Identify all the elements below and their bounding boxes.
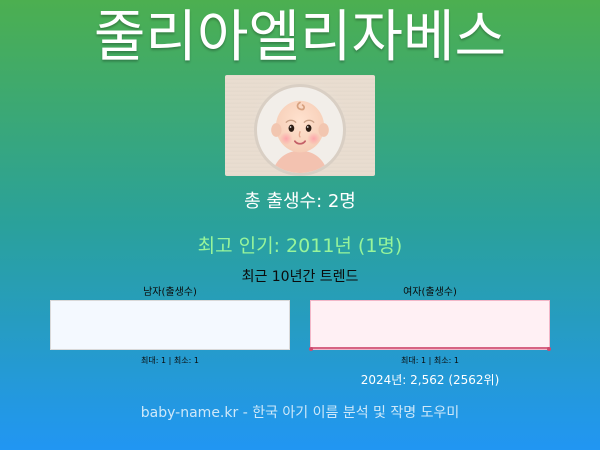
female-trend-point-right — [547, 347, 551, 351]
female-trend-line — [311, 347, 549, 349]
female-trend-label: 여자(출생수) — [403, 287, 457, 298]
trend-title: 최근 10년간 트렌드 — [241, 269, 359, 285]
male-trend-label: 남자(출생수) — [143, 287, 197, 298]
baby-name-title: 줄리아엘리자베스 — [93, 5, 507, 70]
male-trend-chart — [50, 300, 290, 350]
baby-face-icon — [254, 84, 346, 176]
female-trend-stats: 최대: 1 | 최소: 1 — [401, 356, 459, 365]
female-trend-chart — [309, 300, 551, 351]
total-births: 총 출생수: 2명 — [244, 191, 356, 212]
male-trend-stats: 최대: 1 | 최소: 1 — [141, 356, 199, 365]
female-trend-panel: 여자(출생수) 최대: 1 | 최소: 1 2024년: 2,562 (2562… — [309, 287, 551, 387]
avatar-card — [225, 75, 375, 176]
top-popularity: 최고 인기: 2011년 (1명) — [197, 235, 403, 257]
footer-text: baby-name.kr - 한국 아기 이름 분석 및 작명 도우미 — [140, 405, 460, 421]
female-trend-point-left — [309, 347, 313, 351]
female-rank-2024: 2024년: 2,562 (2562위) — [360, 373, 500, 387]
male-trend-panel: 남자(출생수) 최대: 1 | 최소: 1 — [50, 287, 290, 366]
